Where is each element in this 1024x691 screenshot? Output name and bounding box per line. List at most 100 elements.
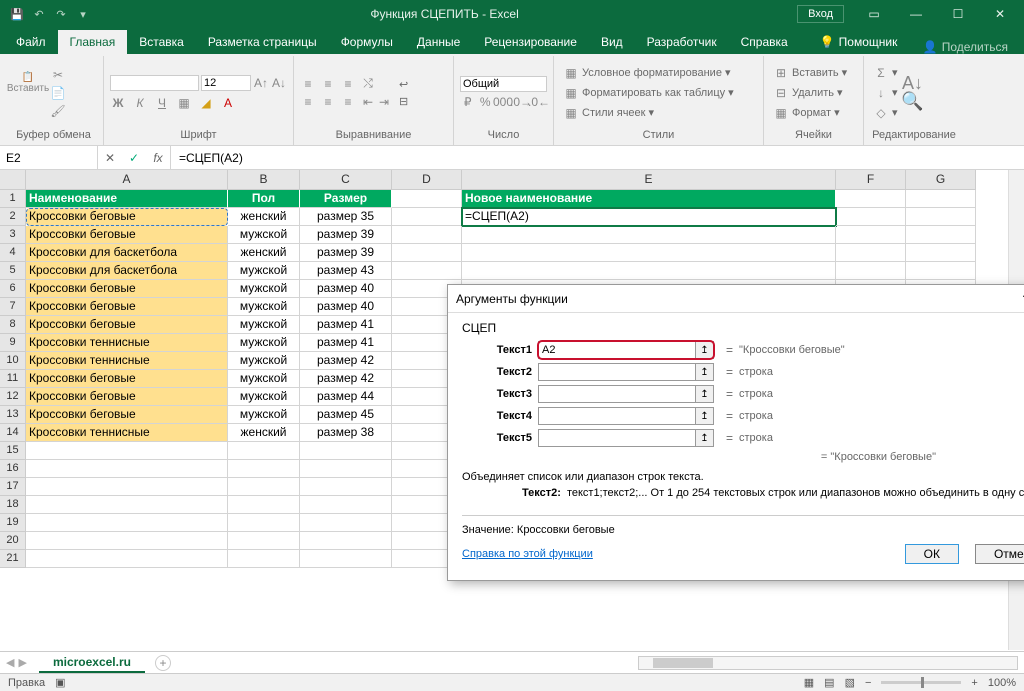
cell[interactable] bbox=[906, 190, 976, 208]
cell[interactable]: размер 38 bbox=[300, 424, 392, 442]
clear[interactable]: ◇▾ bbox=[870, 104, 901, 122]
name-box[interactable]: E2 bbox=[0, 146, 98, 169]
cell[interactable]: Кроссовки для баскетбола bbox=[26, 262, 228, 280]
tab-review[interactable]: Рецензирование bbox=[472, 30, 589, 54]
cell[interactable]: Кроссовки беговые bbox=[26, 226, 228, 244]
percent-icon[interactable]: % bbox=[478, 94, 494, 110]
select-all[interactable] bbox=[0, 170, 26, 190]
tab-nav-prev-icon[interactable]: ◀ bbox=[6, 656, 14, 669]
indent-dec-icon[interactable]: ⇤ bbox=[360, 94, 376, 110]
cell[interactable] bbox=[836, 226, 906, 244]
horizontal-scrollbar[interactable] bbox=[638, 656, 1018, 670]
col-F[interactable]: F bbox=[836, 170, 906, 190]
copy-icon[interactable]: 📄 bbox=[50, 85, 66, 101]
row-2[interactable]: 2 bbox=[0, 208, 26, 226]
fx-icon[interactable]: fx bbox=[146, 146, 170, 169]
cell[interactable]: Кроссовки беговые bbox=[26, 316, 228, 334]
autosum[interactable]: Σ▾ bbox=[870, 64, 901, 82]
cell[interactable]: мужской bbox=[228, 406, 300, 424]
maximize-icon[interactable]: ☐ bbox=[938, 0, 978, 28]
cell[interactable]: мужской bbox=[228, 388, 300, 406]
paste-button[interactable]: 📋Вставить bbox=[10, 58, 46, 108]
currency-icon[interactable]: ₽ bbox=[460, 94, 476, 110]
close-icon[interactable]: ✕ bbox=[980, 0, 1020, 28]
range-picker-icon[interactable]: ↥ bbox=[696, 429, 714, 447]
decrease-font-icon[interactable]: A↓ bbox=[271, 75, 287, 91]
cell[interactable] bbox=[836, 244, 906, 262]
fill-color-icon[interactable]: ◢ bbox=[198, 95, 214, 111]
cell[interactable] bbox=[228, 442, 300, 460]
cell[interactable]: размер 40 bbox=[300, 298, 392, 316]
cell[interactable] bbox=[26, 550, 228, 568]
cell[interactable]: размер 44 bbox=[300, 388, 392, 406]
font-name[interactable] bbox=[110, 75, 199, 91]
find-select-icon[interactable]: 🔍 bbox=[905, 94, 921, 110]
accept-formula-icon[interactable]: ✓ bbox=[122, 146, 146, 169]
cell[interactable] bbox=[26, 496, 228, 514]
cancel-button[interactable]: Отмена bbox=[975, 544, 1024, 564]
range-picker-icon[interactable]: ↥ bbox=[696, 363, 714, 381]
format-as-table[interactable]: ▦Форматировать как таблицу ▾ bbox=[560, 84, 737, 102]
view-pagebreak-icon[interactable]: ▧ bbox=[845, 676, 855, 689]
row-13[interactable]: 13 bbox=[0, 406, 26, 424]
row-12[interactable]: 12 bbox=[0, 388, 26, 406]
row-18[interactable]: 18 bbox=[0, 496, 26, 514]
cell[interactable] bbox=[26, 532, 228, 550]
minimize-icon[interactable]: — bbox=[896, 0, 936, 28]
merge-center[interactable]: ⊟ bbox=[396, 94, 411, 109]
cells-format[interactable]: ▦Формат ▾ bbox=[770, 104, 850, 122]
cell[interactable] bbox=[392, 226, 462, 244]
cell[interactable]: мужской bbox=[228, 262, 300, 280]
cell[interactable] bbox=[392, 190, 462, 208]
ribbon-options-icon[interactable]: ▭ bbox=[854, 0, 894, 28]
zoom-level[interactable]: 100% bbox=[988, 677, 1016, 689]
fill[interactable]: ↓▾ bbox=[870, 84, 901, 102]
row-8[interactable]: 8 bbox=[0, 316, 26, 334]
font-color-icon[interactable]: A bbox=[220, 95, 236, 111]
tell-me[interactable]: 💡Помощник bbox=[808, 30, 910, 54]
help-link[interactable]: Справка по этой функции bbox=[462, 548, 593, 560]
cell[interactable] bbox=[26, 460, 228, 478]
cell[interactable] bbox=[228, 514, 300, 532]
tab-data[interactable]: Данные bbox=[405, 30, 472, 54]
row-10[interactable]: 10 bbox=[0, 352, 26, 370]
cell[interactable]: мужской bbox=[228, 352, 300, 370]
cell[interactable] bbox=[906, 208, 976, 226]
undo-icon[interactable]: ↶ bbox=[30, 5, 48, 23]
cell[interactable]: мужской bbox=[228, 334, 300, 352]
cancel-formula-icon[interactable]: ✕ bbox=[98, 146, 122, 169]
conditional-formatting[interactable]: ▦Условное форматирование ▾ bbox=[560, 64, 737, 82]
cell[interactable]: Кроссовки теннисные bbox=[26, 334, 228, 352]
col-G[interactable]: G bbox=[906, 170, 976, 190]
cell[interactable]: размер 42 bbox=[300, 370, 392, 388]
row-15[interactable]: 15 bbox=[0, 442, 26, 460]
cell[interactable]: =СЦЕП(A2) bbox=[462, 208, 836, 226]
row-17[interactable]: 17 bbox=[0, 478, 26, 496]
row-19[interactable]: 19 bbox=[0, 514, 26, 532]
dialog-help-icon[interactable]: ? bbox=[1014, 292, 1024, 306]
cell[interactable] bbox=[300, 442, 392, 460]
row-14[interactable]: 14 bbox=[0, 424, 26, 442]
cell[interactable] bbox=[228, 478, 300, 496]
range-picker-icon[interactable]: ↥ bbox=[696, 341, 714, 359]
column-headers[interactable]: ABCDEFG bbox=[26, 170, 976, 190]
cell[interactable] bbox=[906, 226, 976, 244]
cell[interactable] bbox=[462, 226, 836, 244]
cells-insert[interactable]: ⊞Вставить ▾ bbox=[770, 64, 850, 82]
cut-icon[interactable]: ✂ bbox=[50, 67, 66, 83]
col-D[interactable]: D bbox=[392, 170, 462, 190]
wrap-text[interactable]: ↩ bbox=[396, 77, 411, 92]
zoom-out-icon[interactable]: − bbox=[865, 677, 871, 689]
cell[interactable]: Кроссовки беговые bbox=[26, 388, 228, 406]
align-bot-icon[interactable]: ≡ bbox=[340, 76, 356, 92]
cell[interactable]: размер 39 bbox=[300, 244, 392, 262]
cell[interactable] bbox=[228, 496, 300, 514]
tab-view[interactable]: Вид bbox=[589, 30, 635, 54]
inc-decimal-icon[interactable]: .0→ bbox=[513, 94, 529, 110]
sheet-tab-active[interactable]: microexcel.ru bbox=[39, 653, 145, 673]
italic-icon[interactable]: К bbox=[132, 95, 148, 111]
cell[interactable]: женский bbox=[228, 424, 300, 442]
zoom-in-icon[interactable]: + bbox=[971, 677, 977, 689]
number-format[interactable]: Общий bbox=[460, 76, 547, 92]
arg-input-5[interactable] bbox=[538, 429, 696, 447]
